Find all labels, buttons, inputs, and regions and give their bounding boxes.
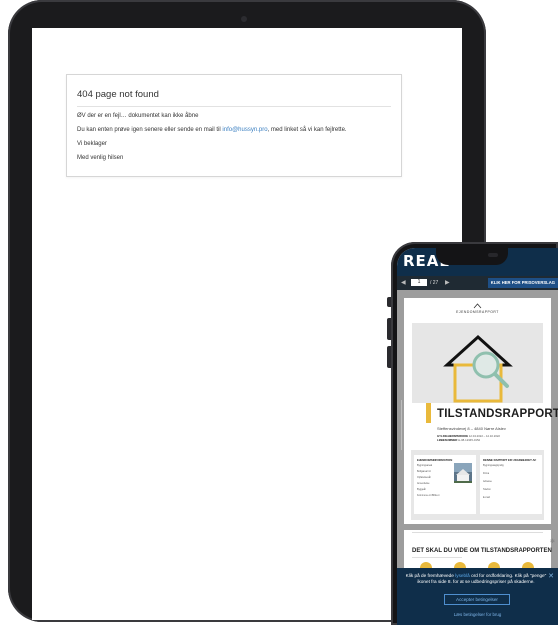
apology-text: Vi beklager <box>77 141 107 147</box>
info-line: Adresse <box>483 480 492 483</box>
chevron-right-icon[interactable]: ▶ <box>445 279 450 286</box>
info-line: Bygningsareal <box>417 464 433 467</box>
property-info-card: EJENDOMSINFORMATION Bygningsareal Boliga… <box>414 455 476 514</box>
read-terms-link[interactable]: Læs betingelser for brug <box>397 612 558 617</box>
error-title: 404 page not found <box>77 89 159 100</box>
support-email-link[interactable]: info@hussyn.pro <box>222 127 267 133</box>
page-divider <box>412 532 543 533</box>
house-photo-icon <box>454 463 472 483</box>
info-line: Anvendelse <box>417 482 430 485</box>
highlighted-word: lyseblå <box>455 573 470 578</box>
error-panel: 404 page not found ØV der er en fejl… do… <box>66 74 402 177</box>
bookmark-icon[interactable]: ✱ <box>550 538 555 545</box>
phone-notch <box>436 248 508 265</box>
house-magnifier-icon <box>443 334 513 403</box>
price-estimate-button[interactable]: KLIK HER FOR PRISOVERSLAG <box>487 278 558 288</box>
inspector-info-heading: DENNE RAPPORT ER UDARBEJDET AF <box>483 458 537 462</box>
info-line: Bygningssagkyndig <box>483 464 504 467</box>
page-number-input[interactable]: 1 <box>411 279 427 286</box>
info-line: Kommune-nr./BFE-nr. <box>417 494 441 497</box>
serial-label: LØBENUMMER <box>437 438 458 442</box>
title-accent-bar <box>426 403 431 423</box>
serial-value: H-08-12345-0152 <box>458 438 481 442</box>
page-total: / 27 <box>430 280 439 286</box>
inspector-info-card: DENNE RAPPORT ER UDARBEJDET AF Bygningss… <box>480 455 542 514</box>
info-line: Boligareal m² <box>417 470 432 473</box>
instructions-suffix: , med linket så vi kan fejlrette. <box>267 127 347 133</box>
info-line: Byggeår <box>417 488 426 491</box>
info-line: E-mail <box>483 496 490 499</box>
cover-illustration <box>412 323 543 403</box>
scrollbar[interactable] <box>401 400 402 450</box>
property-address: Steffensvindevej 8 – 4840 Nørre Alslev <box>437 426 506 431</box>
divider <box>77 106 391 107</box>
phone-device: REAL ◀ 1 / 27 ▶ KLIK HER FOR PRISOVERSLA… <box>391 242 558 625</box>
phone-camera <box>488 253 498 257</box>
terms-text: Klik på de fremhævede lyseblå ord for or… <box>401 573 551 585</box>
brand-house-icon <box>473 303 482 309</box>
section-title: DET SKAL DU VIDE OM TILSTANDSRAPPORTEN <box>412 548 552 554</box>
report-title: TILSTANDSRAPPORT <box>437 408 558 420</box>
info-section: EJENDOMSINFORMATION Bygningsareal Boliga… <box>411 450 544 520</box>
terms-text-a: Klik på de fremhævede <box>405 573 456 578</box>
viewer-toolbar: ◀ 1 / 27 ▶ KLIK HER FOR PRISOVERSLAG <box>397 276 558 290</box>
report-brand: EJENDOMSRAPPORT <box>456 310 499 314</box>
chevron-left-icon[interactable]: ◀ <box>401 279 406 286</box>
terms-banner: ✕ Klik på de fremhævede lyseblå ord for … <box>397 568 558 625</box>
serial-number: LØBENUMMER H-08-12345-0152 <box>437 438 480 442</box>
info-line: Opførelsesår <box>417 476 431 479</box>
report-cover-page: EJENDOMSRAPPORT TILSTANDSRAPPORT Steffen… <box>404 298 558 524</box>
error-instructions: Du kan enten prøve igen senere eller sen… <box>77 127 391 133</box>
tablet-camera <box>241 16 247 22</box>
error-message: ØV der er en fejl… dokumentet kan ikke å… <box>77 113 199 119</box>
property-info-heading: EJENDOMSINFORMATION <box>417 458 453 462</box>
info-line: Firma <box>483 472 490 475</box>
info-line: Telefon <box>483 488 491 491</box>
accept-terms-button[interactable]: Accepter betingelser <box>444 594 510 605</box>
signoff-text: Med venlig hilsen <box>77 155 124 161</box>
property-photo <box>454 463 472 483</box>
section-underline <box>412 557 462 558</box>
phone-screen: REAL ◀ 1 / 27 ▶ KLIK HER FOR PRISOVERSLA… <box>397 248 558 625</box>
instructions-prefix: Du kan enten prøve igen senere eller sen… <box>77 127 223 133</box>
